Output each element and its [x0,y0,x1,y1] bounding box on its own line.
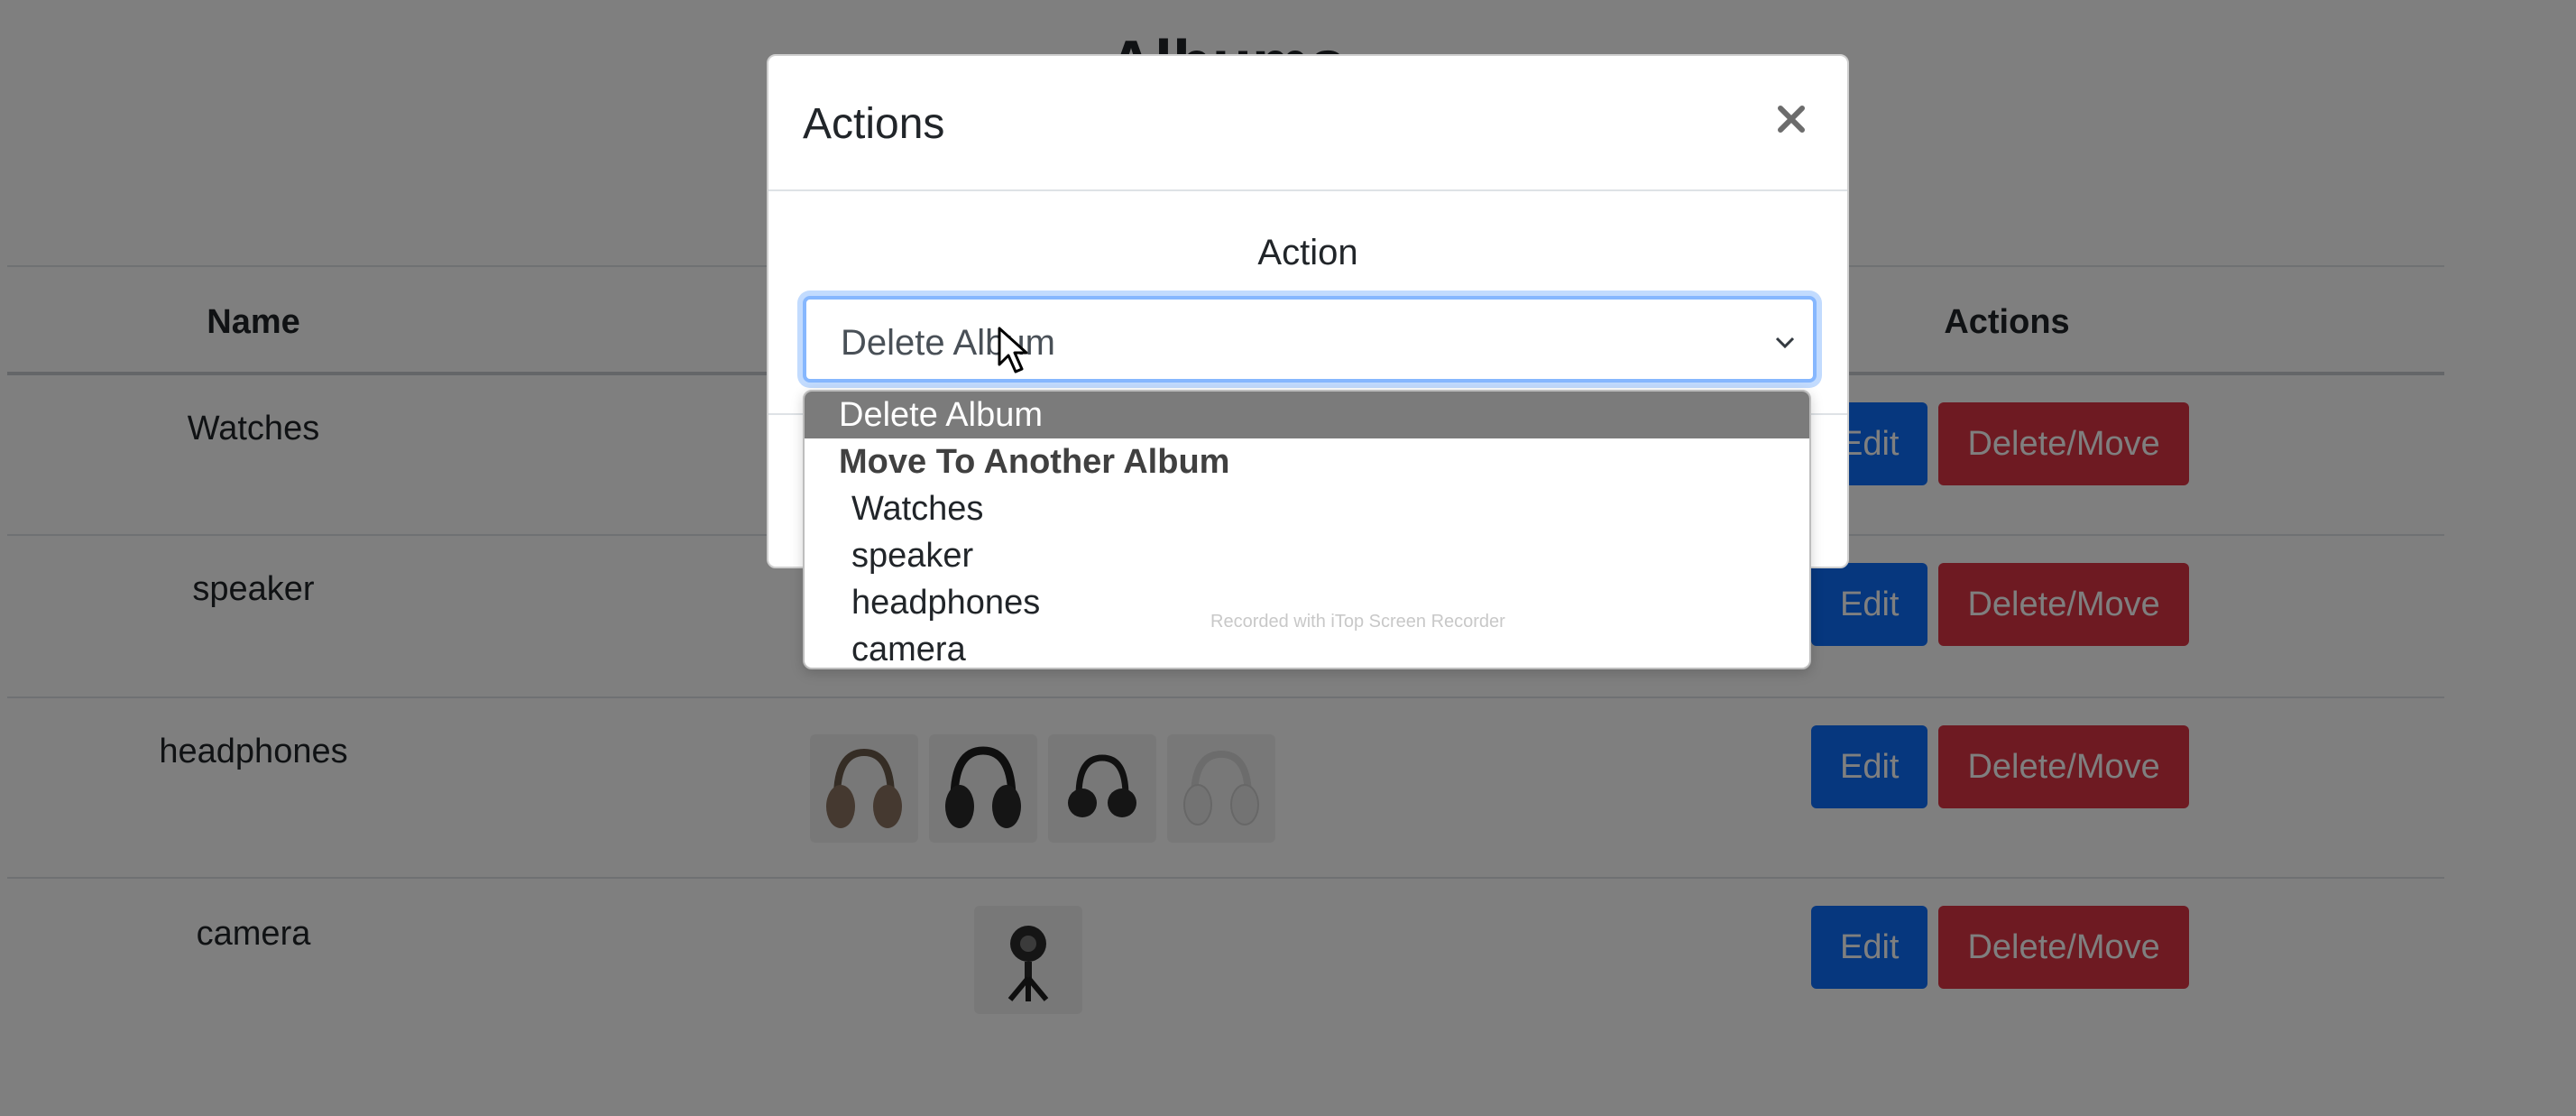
option-album-speaker[interactable]: speaker [805,532,1809,579]
action-select-dropdown: Delete Album Move To Another Album Watch… [803,390,1811,669]
mouse-cursor-icon [998,327,1028,374]
optgroup-move-to-another-album: Move To Another Album [839,443,1230,481]
modal-title: Actions [803,100,945,148]
recorder-watermark: Recorded with iTop Screen Recorder [1210,612,1505,632]
option-album-watches[interactable]: Watches [805,485,1809,532]
close-icon[interactable] [1773,101,1809,137]
action-label: Action [1257,233,1358,272]
action-select[interactable]: Delete Album [803,296,1817,383]
chevron-down-icon [1775,337,1795,349]
option-delete-album[interactable]: Delete Album [805,392,1809,438]
modal-header: Actions [768,56,1847,191]
option-album-camera[interactable]: camera [805,626,1809,668]
